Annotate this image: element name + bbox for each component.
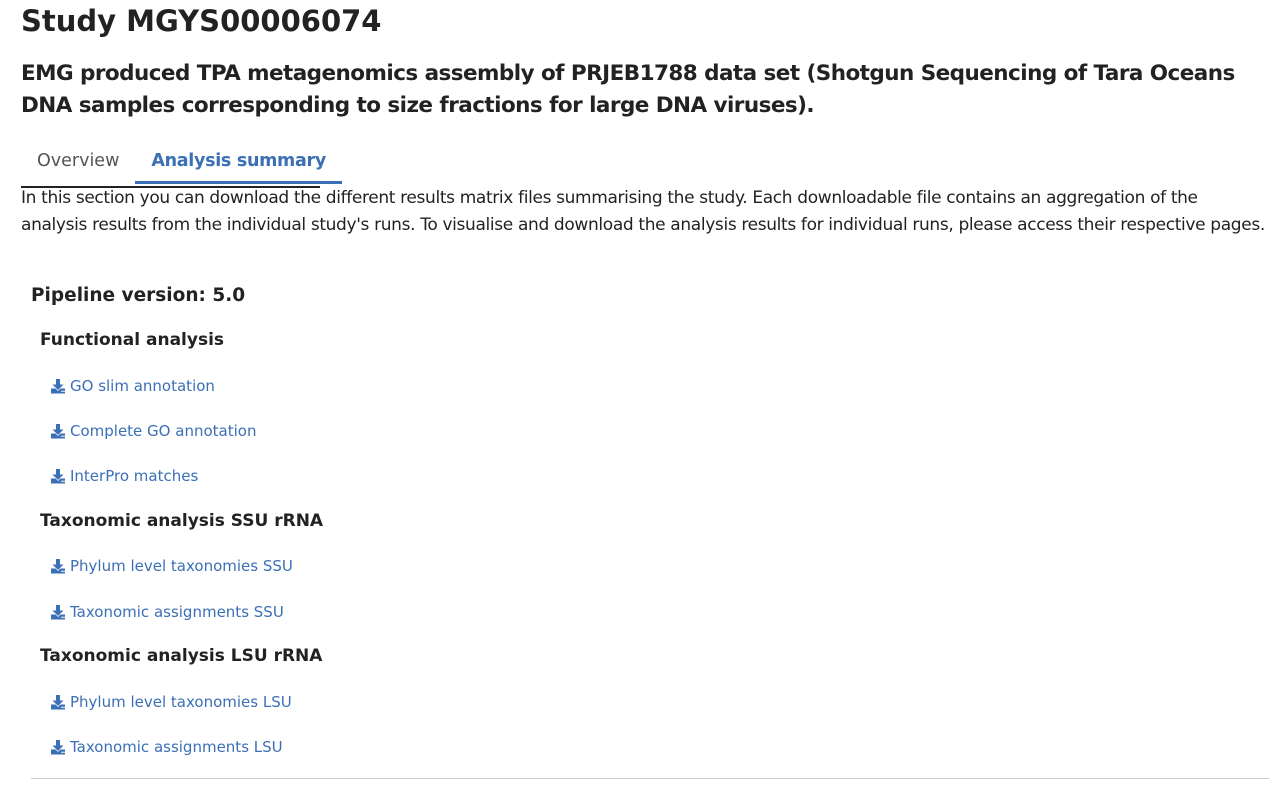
download-phylum-level-taxonomies-ssu[interactable]: Phylum level taxonomies SSU bbox=[50, 555, 293, 577]
link-label: Phylum level taxonomies SSU bbox=[70, 557, 293, 575]
download-icon bbox=[51, 469, 65, 484]
section-heading-taxonomic-lsu: Taxonomic analysis LSU rRNA bbox=[40, 646, 323, 666]
download-icon bbox=[51, 695, 65, 710]
tab-bar: Overview Analysis summary bbox=[21, 140, 342, 188]
download-icon bbox=[51, 424, 65, 439]
download-phylum-level-taxonomies-lsu[interactable]: Phylum level taxonomies LSU bbox=[50, 691, 292, 713]
tab-analysis-summary[interactable]: Analysis summary bbox=[135, 140, 342, 184]
link-label: Taxonomic assignments LSU bbox=[70, 738, 283, 756]
download-interpro-matches[interactable]: InterPro matches bbox=[50, 465, 198, 487]
intro-text: In this section you can download the dif… bbox=[21, 188, 1265, 235]
download-icon bbox=[51, 605, 65, 620]
link-label: Taxonomic assignments SSU bbox=[70, 603, 284, 621]
section-divider bbox=[31, 778, 1269, 779]
download-icon bbox=[51, 740, 65, 755]
download-icon bbox=[51, 379, 65, 394]
download-taxonomic-assignments-lsu[interactable]: Taxonomic assignments LSU bbox=[50, 736, 283, 758]
link-label: Phylum level taxonomies LSU bbox=[70, 693, 292, 711]
link-label: GO slim annotation bbox=[70, 377, 215, 395]
tab-overview[interactable]: Overview bbox=[21, 140, 135, 184]
download-icon bbox=[51, 559, 65, 574]
page-title: Study MGYS00006074 bbox=[21, 4, 382, 38]
link-label: InterPro matches bbox=[70, 467, 199, 485]
section-heading-taxonomic-ssu: Taxonomic analysis SSU rRNA bbox=[40, 511, 324, 531]
study-subtitle: EMG produced TPA metagenomics assembly o… bbox=[21, 61, 1235, 118]
download-complete-go-annotation[interactable]: Complete GO annotation bbox=[50, 420, 256, 442]
download-taxonomic-assignments-ssu[interactable]: Taxonomic assignments SSU bbox=[50, 601, 284, 623]
section-heading-functional: Functional analysis bbox=[40, 330, 225, 350]
download-go-slim-annotation[interactable]: GO slim annotation bbox=[50, 375, 215, 397]
link-label: Complete GO annotation bbox=[70, 422, 257, 440]
pipeline-version-heading: Pipeline version: 5.0 bbox=[31, 285, 246, 306]
